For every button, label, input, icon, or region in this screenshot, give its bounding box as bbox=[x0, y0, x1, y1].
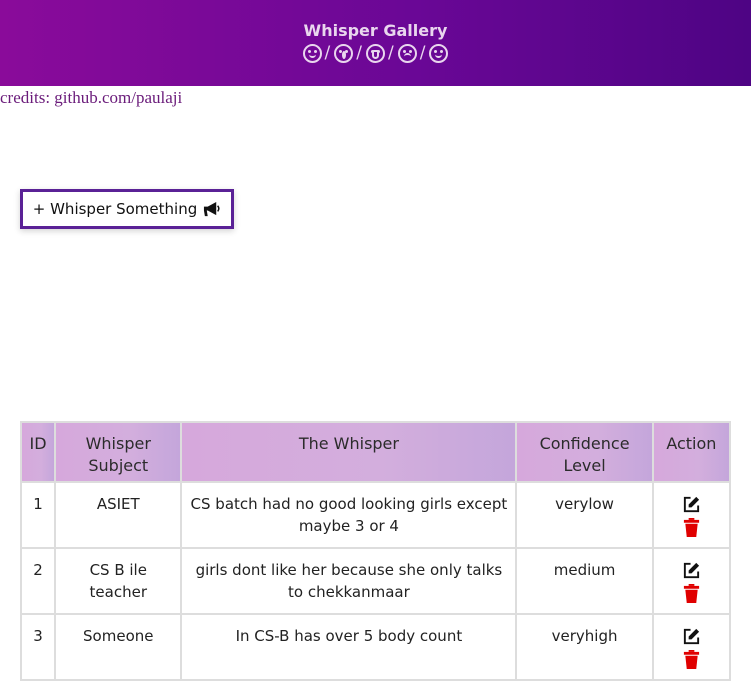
scream-emoji-icon bbox=[366, 43, 385, 63]
emoji-separator: / bbox=[388, 43, 395, 63]
cell-id: 2 bbox=[19, 547, 57, 615]
credits-prefix: credits: bbox=[0, 88, 55, 107]
surprised-emoji-icon bbox=[334, 43, 354, 63]
cell-actions bbox=[651, 613, 732, 681]
column-header-action: Action bbox=[651, 421, 732, 483]
cell-whisper: CS batch had no good looking girls excep… bbox=[180, 481, 518, 549]
cell-id: 3 bbox=[19, 613, 57, 681]
cell-actions bbox=[651, 547, 732, 615]
cell-confidence: veryhigh bbox=[515, 613, 654, 681]
trash-icon[interactable] bbox=[682, 518, 701, 537]
emoji-separator: / bbox=[356, 43, 363, 63]
column-header-confidence: Confidence Level bbox=[515, 421, 654, 483]
trash-icon[interactable] bbox=[682, 584, 701, 603]
column-header-id: ID bbox=[19, 421, 57, 483]
megaphone-icon bbox=[204, 201, 220, 216]
emoji-separator: / bbox=[324, 43, 332, 63]
column-header-subject: Whisper Subject bbox=[54, 421, 183, 483]
wink-emoji-icon bbox=[429, 43, 449, 63]
crying-emoji-icon bbox=[397, 43, 417, 63]
cell-confidence: medium bbox=[515, 547, 654, 615]
cell-subject: ASIET bbox=[54, 481, 183, 549]
table-row: 1 ASIET CS batch had no good looking gir… bbox=[19, 481, 732, 549]
edit-icon[interactable] bbox=[682, 561, 701, 580]
laughing-emoji-icon bbox=[302, 43, 322, 63]
cell-whisper: girls dont like her because she only tal… bbox=[180, 547, 518, 615]
trash-icon[interactable] bbox=[682, 650, 701, 669]
whisper-something-button[interactable]: + Whisper Something bbox=[20, 189, 234, 229]
cell-subject: Someone bbox=[54, 613, 183, 681]
credits-link[interactable]: github.com/paulaji bbox=[54, 88, 182, 107]
whispers-table: ID Whisper Subject The Whisper Confidenc… bbox=[19, 421, 732, 681]
table-header-row: ID Whisper Subject The Whisper Confidenc… bbox=[19, 421, 732, 483]
cell-actions bbox=[651, 481, 732, 549]
cell-confidence: verylow bbox=[515, 481, 654, 549]
table-row: 2 CS B ile teacher girls dont like her b… bbox=[19, 547, 732, 615]
page-header: Whisper Gallery / / / / bbox=[0, 0, 751, 86]
emoji-separator: / bbox=[419, 43, 427, 63]
edit-icon[interactable] bbox=[682, 495, 701, 514]
table-row: 3 Someone In CS-B has over 5 body count … bbox=[19, 613, 732, 681]
app-title: Whisper Gallery bbox=[303, 21, 448, 40]
whisper-button-label: + Whisper Something bbox=[32, 200, 198, 218]
cell-subject: CS B ile teacher bbox=[54, 547, 183, 615]
cell-whisper: In CS-B has over 5 body count bbox=[180, 613, 518, 681]
edit-icon[interactable] bbox=[682, 627, 701, 646]
emoji-row: / / / / bbox=[0, 42, 751, 64]
column-header-whisper: The Whisper bbox=[180, 421, 518, 483]
cell-id: 1 bbox=[19, 481, 57, 549]
credits-line: credits: github.com/paulaji bbox=[0, 88, 182, 108]
